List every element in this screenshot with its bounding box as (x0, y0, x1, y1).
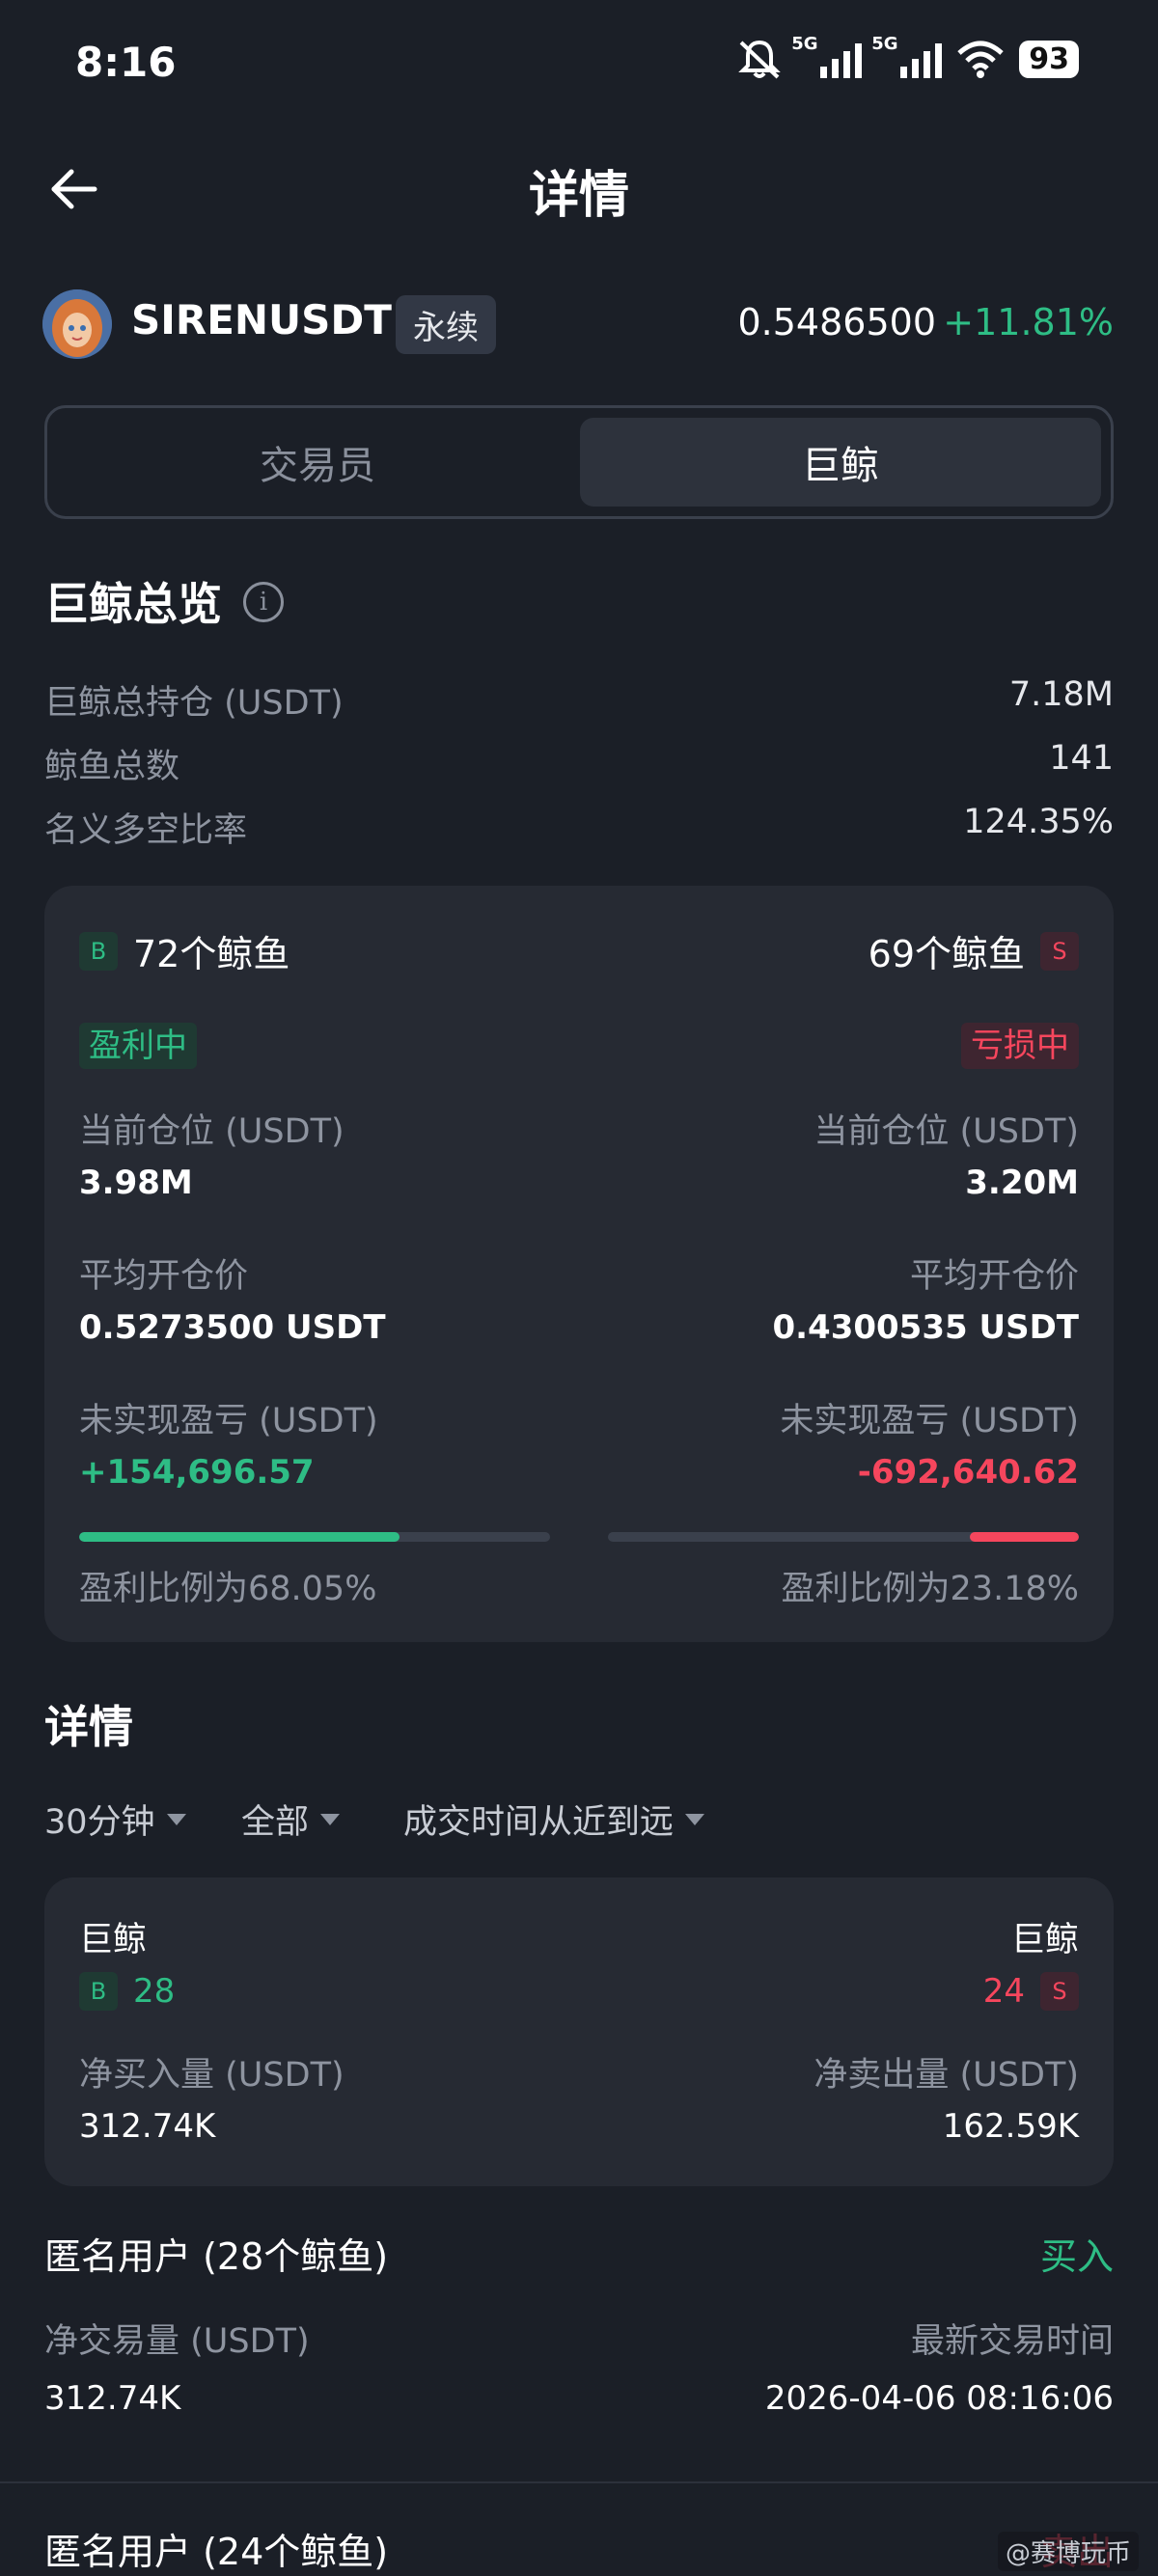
summary-right-title: 巨鲸 (1010, 1921, 1079, 1959)
long-whale-count: 72个鲸鱼 (133, 933, 290, 975)
net-sell-value: 162.59K (942, 2107, 1079, 2146)
entry-title[interactable]: 匿名用户 (28个鲸鱼) (44, 2227, 388, 2280)
chevron-down-icon (166, 1813, 186, 1825)
sort-filter-label: 成交时间从近到远 (403, 1803, 675, 1842)
long-profit-ratio: 盈利比例为68.05% (79, 1570, 377, 1608)
short-status-tag: 亏损中 (961, 1023, 1079, 1069)
long-short-ratio-label: 名义多空比率 (44, 811, 248, 850)
short-avg-price-label: 平均开仓价 (909, 1257, 1079, 1296)
short-pnl-label: 未实现盈亏 (USDT) (780, 1402, 1079, 1440)
mute-bell-icon (738, 40, 782, 79)
long-short-ratio-value: 124.35% (963, 803, 1114, 841)
whale-count-label: 鲸鱼总数 (44, 748, 180, 786)
wifi-icon (957, 41, 1004, 78)
net-sell-label: 净卖出量 (USDT) (813, 2056, 1079, 2095)
sell-badge: S (1040, 1972, 1079, 2011)
buy-badge: B (79, 931, 118, 971)
whale-count-value: 141 (1049, 739, 1114, 778)
sell-badge: S (1040, 931, 1079, 971)
net-buy-label: 净买入量 (USDT) (79, 2056, 345, 2095)
short-pnl-value: -692,640.62 (857, 1453, 1079, 1492)
long-position-label: 当前仓位 (USDT) (79, 1112, 345, 1151)
page-title: 详情 (528, 167, 629, 225)
long-short-card: B 72个鲸鱼 盈利中 当前仓位 (USDT) 3.98M 平均开仓价 0.52… (44, 886, 1114, 1642)
chevron-down-icon (685, 1813, 705, 1825)
long-avg-price-label: 平均开仓价 (79, 1257, 249, 1296)
perpetual-badge: 永续 (396, 295, 496, 354)
net-buy-value: 312.74K (79, 2107, 216, 2146)
status-icons: 5G 5G 93 (737, 34, 1079, 79)
short-position-value: 3.20M (965, 1164, 1079, 1202)
interval-filter-label: 30分钟 (44, 1803, 155, 1842)
tab-whales[interactable]: 巨鲸 (580, 418, 1101, 507)
long-pnl-label: 未实现盈亏 (USDT) (79, 1402, 378, 1440)
tab-switcher: 交易员 巨鲸 (44, 405, 1114, 519)
long-status-tag: 盈利中 (79, 1023, 197, 1069)
entry-volume-value: 312.74K (44, 2379, 181, 2418)
signal-2-icon: 5G (871, 34, 943, 78)
short-profit-bar (608, 1532, 1079, 1542)
short-whale-count: 69个鲸鱼 (868, 933, 1025, 975)
details-title: 详情 (44, 1701, 133, 1753)
buy-whale-count: 28 (133, 1972, 176, 2011)
summary-left-title: 巨鲸 (79, 1921, 148, 1959)
entry-time-label: 最新交易时间 (910, 2322, 1114, 2361)
price-change: +11.81% (943, 301, 1114, 343)
token-avatar (42, 289, 112, 359)
chevron-down-icon (320, 1813, 341, 1825)
info-icon[interactable]: i (243, 582, 284, 622)
entry-volume-label: 净交易量 (USDT) (44, 2322, 310, 2361)
short-position-label: 当前仓位 (USDT) (813, 1112, 1079, 1151)
overview-title: 巨鲸总览 (44, 578, 222, 630)
sort-filter[interactable]: 成交时间从近到远 (403, 1795, 705, 1844)
divider (0, 2481, 1158, 2483)
short-profit-bar-fill (969, 1532, 1079, 1542)
sell-whale-count: 24 (982, 1972, 1025, 2011)
entry-title[interactable]: 匿名用户 (24个鲸鱼) (44, 2522, 388, 2575)
battery-indicator: 93 (1019, 40, 1079, 78)
short-profit-ratio: 盈利比例为23.18% (781, 1570, 1079, 1608)
status-time: 8:16 (75, 39, 177, 86)
long-pnl-value: +154,696.57 (79, 1453, 315, 1492)
buy-badge: B (79, 1972, 118, 2011)
long-profit-bar (79, 1532, 550, 1542)
signal-1-icon: 5G (791, 34, 863, 78)
side-filter[interactable]: 全部 (241, 1795, 341, 1844)
long-profit-bar-fill (79, 1532, 400, 1542)
total-position-value: 7.18M (1008, 675, 1114, 714)
details-summary-card: 巨鲸 B 28 净买入量 (USDT) 312.74K 巨鲸 24 S 净卖出量… (44, 1877, 1114, 2186)
interval-filter[interactable]: 30分钟 (44, 1795, 186, 1844)
tab-traders[interactable]: 交易员 (57, 418, 578, 507)
watermark: @赛博玩币 (997, 2532, 1139, 2571)
entry-time-value: 2026-04-06 08:16:06 (764, 2379, 1114, 2418)
short-avg-price-value: 0.4300535 USDT (772, 1308, 1079, 1347)
long-position-value: 3.98M (79, 1164, 193, 1202)
side-filter-label: 全部 (241, 1803, 310, 1842)
entry-action-buy: 买入 (1039, 2235, 1114, 2278)
total-position-label: 巨鲸总持仓 (USDT) (44, 684, 344, 723)
long-avg-price-value: 0.5273500 USDT (79, 1308, 386, 1347)
symbol-name: SIRENUSDT (131, 296, 392, 343)
last-price: 0.5486500 (737, 301, 937, 343)
